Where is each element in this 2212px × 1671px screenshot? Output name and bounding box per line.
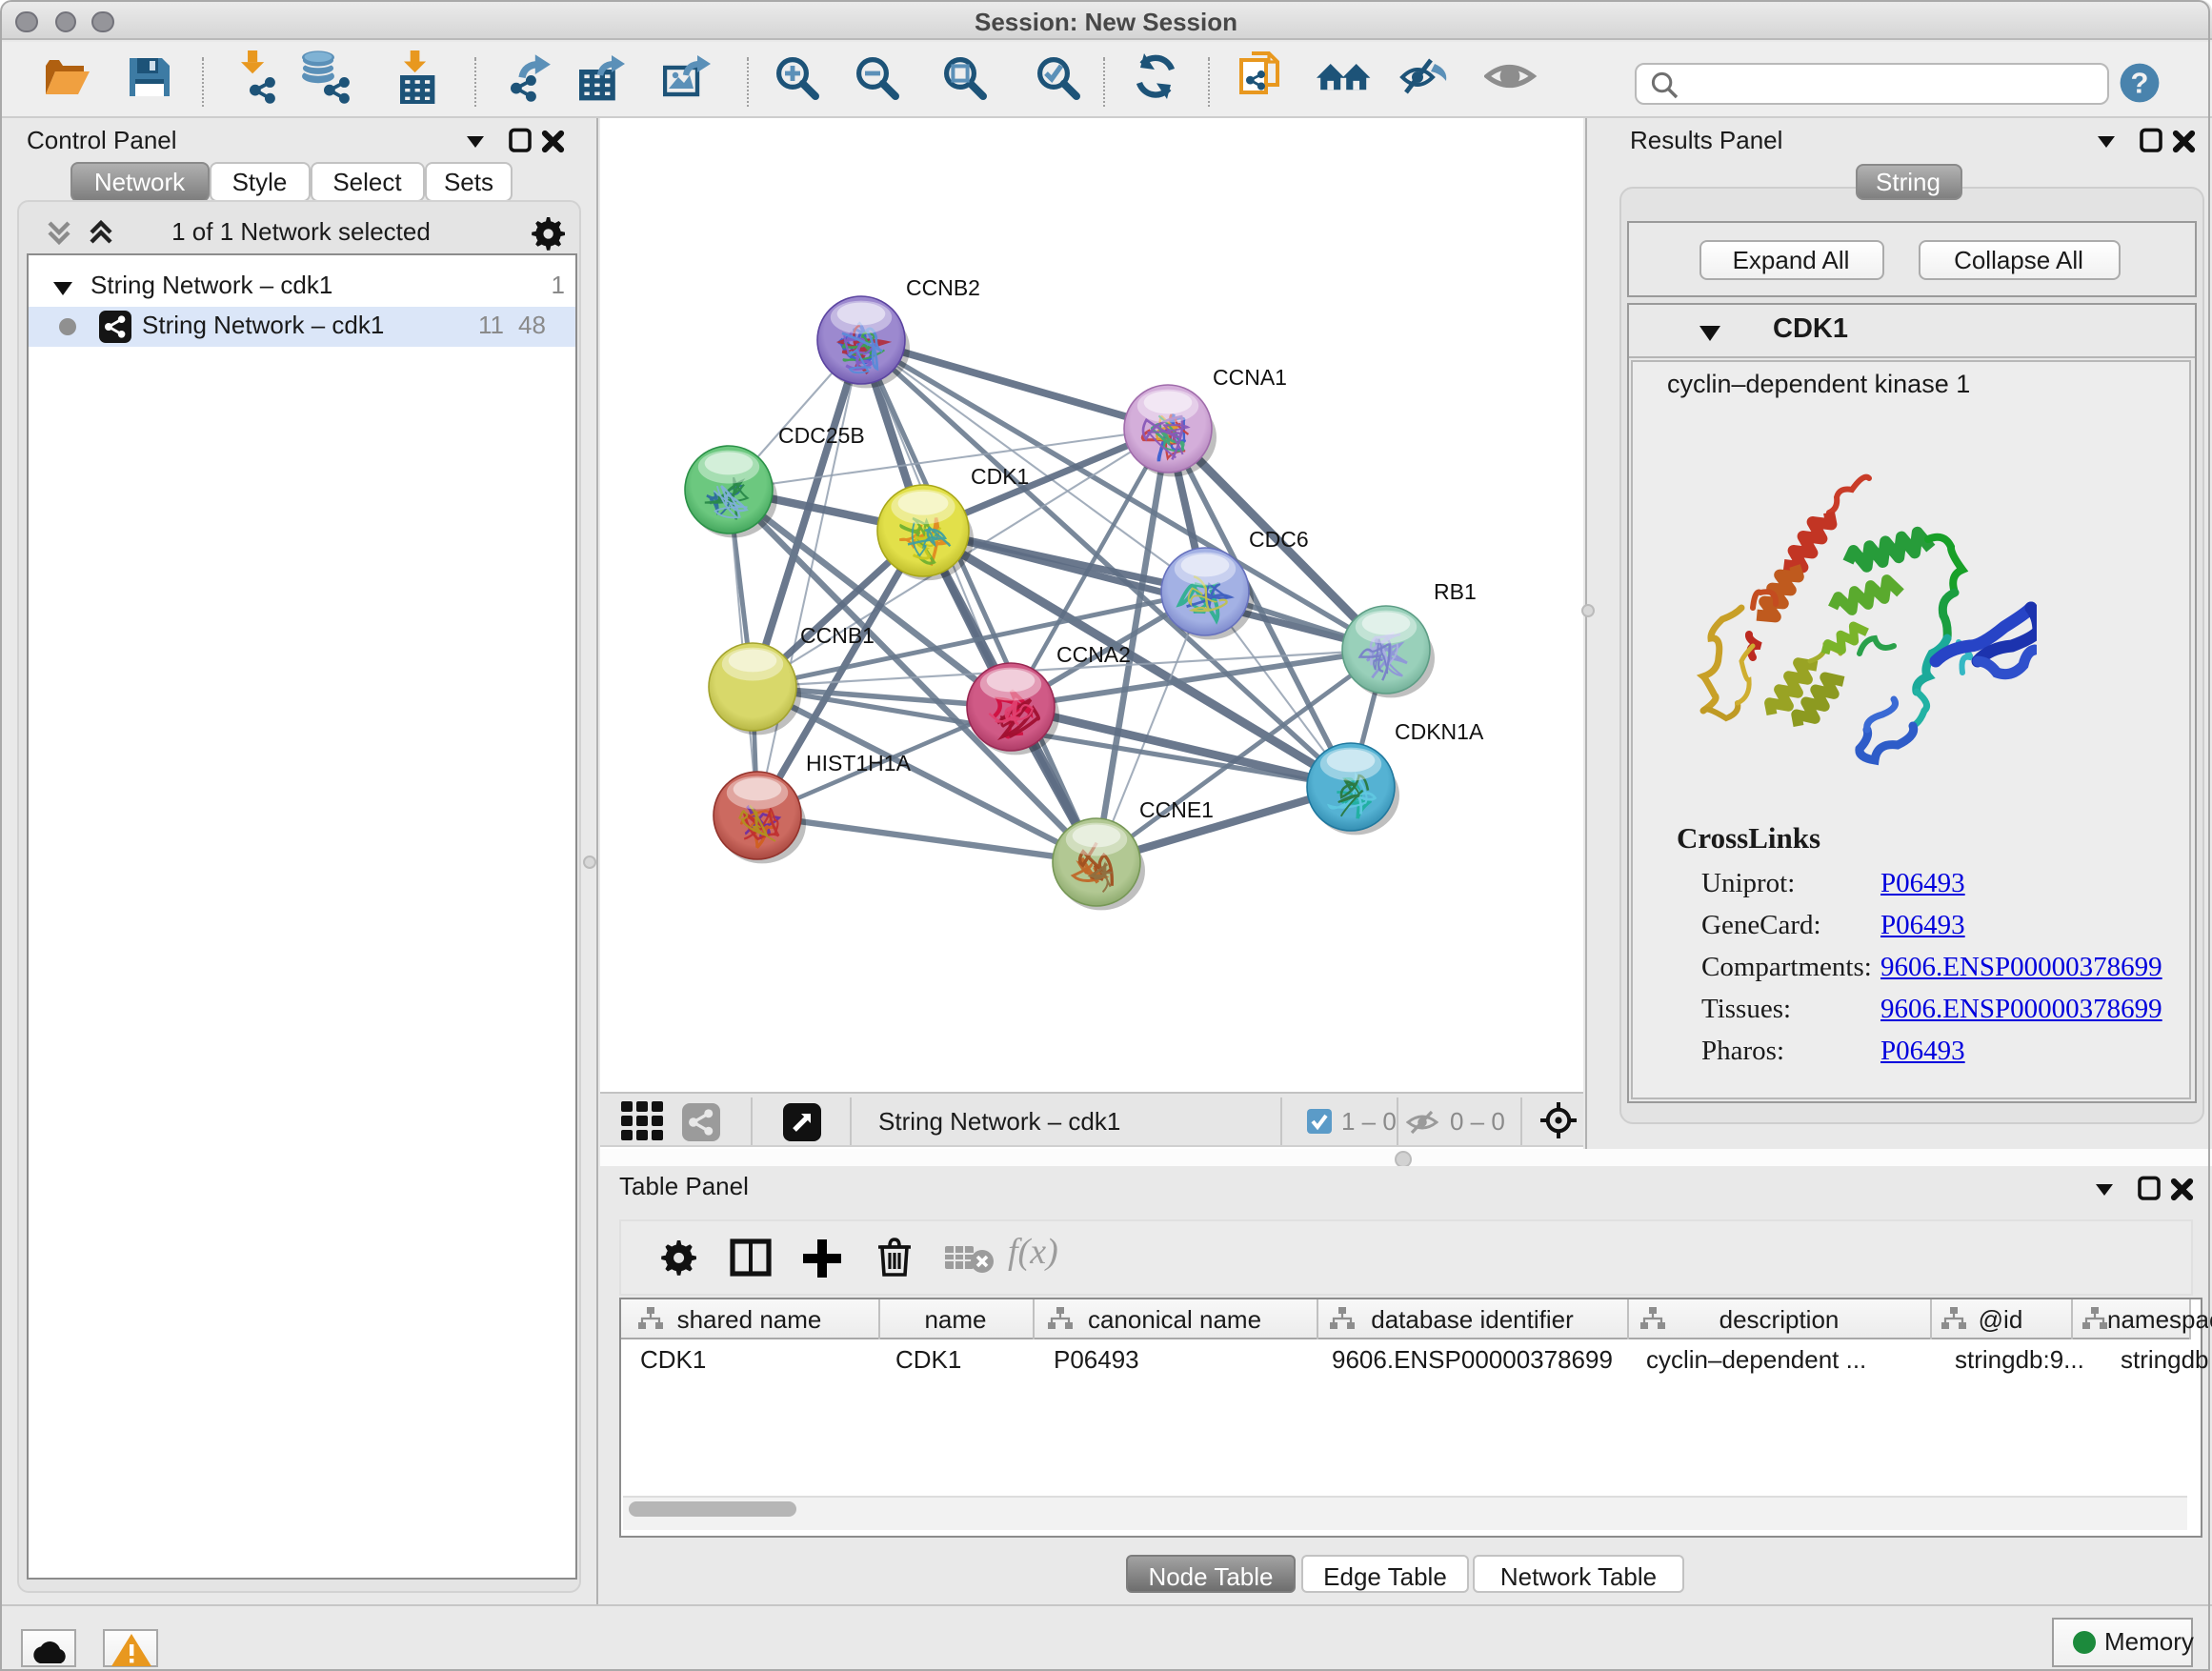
svg-text:CCNA2: CCNA2 (1056, 642, 1131, 667)
svg-text:CDKN1A: CDKN1A (1395, 719, 1484, 744)
svg-text:CDC25B: CDC25B (778, 423, 865, 448)
svg-text:CDC6: CDC6 (1249, 527, 1309, 552)
svg-text:RB1: RB1 (1434, 579, 1477, 604)
svg-text:CDK1: CDK1 (971, 464, 1029, 489)
svg-text:?: ? (2131, 66, 2149, 99)
svg-text:HIST1H1A: HIST1H1A (806, 751, 912, 775)
svg-text:CCNB2: CCNB2 (906, 275, 980, 300)
svg-text:CCNE1: CCNE1 (1139, 797, 1214, 822)
svg-text:CCNA1: CCNA1 (1213, 365, 1287, 390)
svg-text:CCNB1: CCNB1 (800, 623, 875, 648)
